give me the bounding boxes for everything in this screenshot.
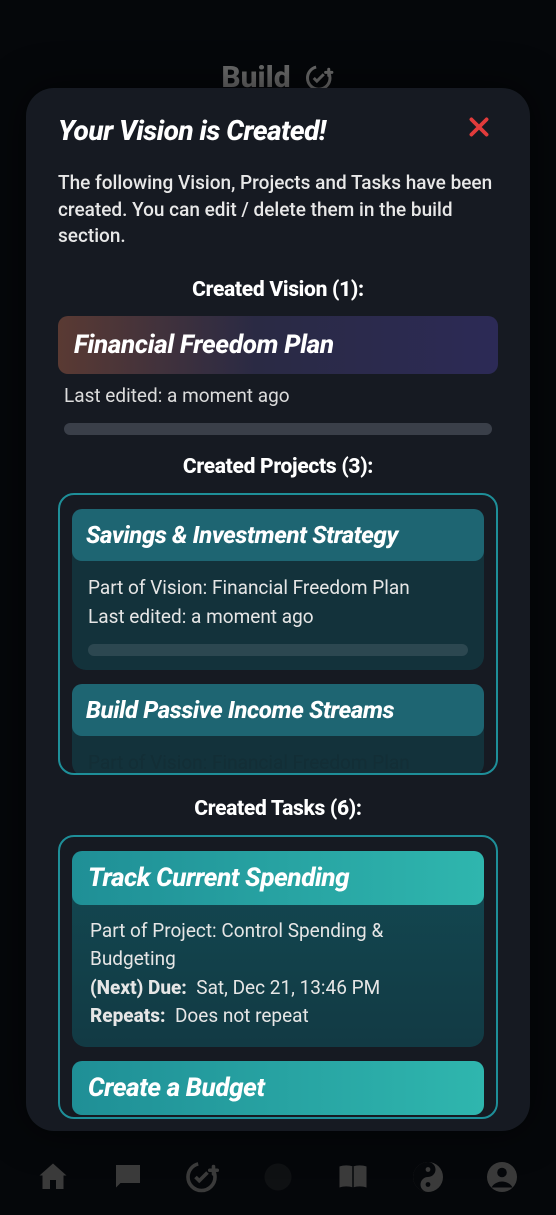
vision-section-label: Created Vision (1): <box>58 278 498 302</box>
vision-created-modal: Your Vision is Created! The following Vi… <box>26 88 530 1131</box>
task-title: Track Current Spending <box>72 851 484 905</box>
home-icon[interactable] <box>33 1157 73 1197</box>
project-card[interactable]: Savings & Investment Strategy Part of Vi… <box>72 509 484 670</box>
task-repeats-value: Does not repeat <box>175 1004 309 1027</box>
modal-intro-text: The following Vision, Projects and Tasks… <box>58 170 498 250</box>
tasks-list: Track Current Spending Part of Project: … <box>58 835 498 1119</box>
bottom-nav <box>0 1139 556 1215</box>
check-add-icon[interactable] <box>183 1157 223 1197</box>
task-card[interactable]: Create a Budget <box>72 1061 484 1115</box>
tasks-section-label: Created Tasks (6): <box>58 797 498 821</box>
project-title: Savings & Investment Strategy <box>72 509 484 561</box>
project-progress <box>88 644 468 656</box>
task-title: Create a Budget <box>72 1061 484 1115</box>
projects-section-label: Created Projects (3): <box>58 455 498 479</box>
project-card[interactable]: Build Passive Income Streams Part of Vis… <box>72 684 484 775</box>
close-button[interactable] <box>460 110 498 150</box>
profile-icon[interactable] <box>482 1157 522 1197</box>
project-part-of: Part of Vision: Financial Freedom Plan <box>88 573 468 602</box>
yinyang-icon[interactable] <box>408 1157 448 1197</box>
project-title: Build Passive Income Streams <box>72 684 484 736</box>
task-repeats-label: Repeats: <box>90 1004 166 1027</box>
projects-list: Savings & Investment Strategy Part of Vi… <box>58 493 498 775</box>
task-due-value: Sat, Dec 21, 13:46 PM <box>196 976 380 999</box>
project-last-edited: Last edited: a moment ago <box>88 602 468 631</box>
vision-card[interactable]: Financial Freedom Plan Last edited: a mo… <box>58 316 498 435</box>
task-part-of: Part of Project: Control Spending & Budg… <box>90 917 466 974</box>
modal-title: Your Vision is Created! <box>58 114 326 147</box>
task-due-label: (Next) Due: <box>90 976 187 999</box>
task-card[interactable]: Track Current Spending Part of Project: … <box>72 851 484 1047</box>
chat-icon[interactable] <box>108 1157 148 1197</box>
vision-title: Financial Freedom Plan <box>58 316 498 374</box>
book-icon[interactable] <box>333 1157 373 1197</box>
vision-progress <box>64 423 492 435</box>
center-icon[interactable] <box>258 1157 298 1197</box>
vision-last-edited: Last edited: a moment ago <box>58 374 498 413</box>
project-part-of: Part of Vision: Financial Freedom Plan <box>88 748 468 775</box>
